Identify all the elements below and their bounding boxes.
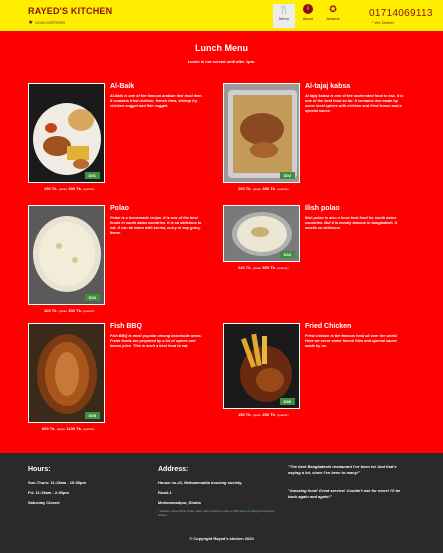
dish-image [33,216,101,292]
price-quarter-unit: (quarter) [277,413,289,417]
dish-description: Ilish polao is also a local best food fo… [305,216,397,231]
dish-name: Ilish polao [305,205,340,212]
review-quote: "Amazing food! Great service! Couldn't a… [288,488,401,499]
dish-code-badge: D02 [279,172,295,179]
nav-awards-label: Awards [326,16,340,21]
dish-image [33,103,101,175]
brand-certified: ★ DOUH CERTIFIED [28,20,65,26]
price-plate-unit: (plate) [58,309,68,313]
dish-code-badge: D01 [84,172,100,179]
dish-name: Al-tajaj kabsa [305,83,351,90]
price-plate: 600 Tk. [42,426,56,431]
address-title: Address: [158,466,189,473]
hours-title: Hours: [28,466,51,473]
price-plate: 150 Tk. [44,186,58,191]
address-line: Road-1 [158,490,172,495]
phone-number[interactable]: 01714069113 [369,8,433,19]
price-quarter-unit: (quarter) [83,427,95,431]
nav-about-label: About [302,16,314,21]
price-plate-unit: (plate) [252,266,262,270]
page-title: Lunch Menu [195,43,248,53]
dish-description: Polao is a homemade recipe. It is one of… [110,216,202,236]
dish-image [240,333,292,402]
dish-price: 150 Tk. (plate) 300 Tk. (quarter) [44,186,95,191]
nav-awards[interactable]: ✪ Awards [322,4,344,28]
hours-line: Saturday Closed [28,500,60,505]
header: RAYED'S KITCHEN ★ DOUH CERTIFIED 🍴 Menu … [0,0,443,31]
dish-description: Fried chicken is the famous food all ove… [305,334,398,349]
dish-image [228,90,297,178]
delivery-note: * Delivery area within 5 kilo miles, wit… [158,509,275,518]
price-plate-unit: (plate) [56,427,66,431]
nav-menu-label: Menu [278,16,289,21]
price-quarter-unit: (quarter) [277,266,289,270]
price-quarter: 500 Tk. [262,265,276,270]
hours-line: Sun-Thurs: 11:15am - 10:00pm [28,480,87,485]
dish-photo[interactable]: D06 [223,323,300,409]
dish-name: Fried Chicken [305,323,352,330]
dish-name: Al-Baik [110,83,135,90]
dish-photo[interactable]: D03 [28,205,105,305]
price-quarter: 1100 Tk. [66,426,82,431]
dish-image [37,334,97,414]
price-quarter: 250 Tk. [262,412,276,417]
nav-about[interactable]: i About [297,4,319,28]
dish-code-badge: D03 [84,294,100,301]
dish-price: 600 Tk. (plate) 1100 Tk. (quarter) [42,426,95,431]
deliver-note: * We Deliver [372,20,395,25]
dish-photo[interactable]: D04 [223,205,300,262]
address-line: Mohammadpur, Dhaka [158,500,201,505]
brand-certified-label: DOUH CERTIFIED [35,21,66,25]
copyright: © Copyright Rayed's kitchen 2020 [189,536,254,541]
page-subtitle: Lunch is not served until after 1pm. [187,59,256,64]
address-line: House no-#2, Mohammadia housing society, [158,480,243,485]
dish-price: 200 Tk. (plate) 380 Tk. (quarter) [238,186,289,191]
review-quote: "The best Bangladeshi restaurant I've be… [288,464,397,475]
dish-photo[interactable]: D01 [28,83,105,183]
dish-description: Al tajaj kabsa is one of the underrated … [305,94,404,114]
nav-menu[interactable]: 🍴 Menu [273,4,295,28]
dish-code-badge: D04 [279,251,295,258]
dish-description: Al-Baik is one of the famous arabian fas… [110,94,203,109]
price-quarter: 300 Tk. [68,308,82,313]
dish-photo[interactable]: D05 [28,323,105,423]
price-plate: 240 Tk. [238,265,252,270]
brand-logo[interactable]: RAYED'S KITCHEN [28,6,112,16]
ribbon-icon: ✪ [329,3,337,14]
dish-name: Polao [110,205,130,212]
dish-code-badge: D06 [279,398,295,405]
price-quarter-unit: (quarter) [83,187,95,191]
fork-knife-icon: 🍴 [279,4,289,14]
dish-name: Fish BBQ [110,323,142,330]
price-quarter-unit: (quarter) [277,187,289,191]
price-plate-unit: (plate) [252,187,262,191]
star-icon: ★ [28,20,34,26]
hours-line: Fri: 11:15am - 2:30pm [28,490,69,495]
price-quarter: 380 Tk. [262,186,276,191]
price-plate: 200 Tk. [238,186,252,191]
price-quarter-unit: (quarter) [83,309,95,313]
price-quarter: 300 Tk. [68,186,82,191]
dish-code-badge: D05 [84,412,100,419]
dish-price: 150 Tk. (plate) 250 Tk. (quarter) [238,412,289,417]
dish-price: 100 Tk. (plate) 300 Tk. (quarter) [44,308,95,313]
info-icon: i [303,4,313,14]
dish-price: 240 Tk. (plate) 500 Tk. (quarter) [238,265,289,270]
price-plate: 150 Tk. [238,412,252,417]
price-plate: 100 Tk. [44,308,58,313]
price-plate-unit: (plate) [58,187,68,191]
dish-description: Fish BBQ is most popular among beachside… [110,334,202,349]
price-plate-unit: (plate) [252,413,262,417]
dish-photo[interactable]: D02 [223,83,300,183]
